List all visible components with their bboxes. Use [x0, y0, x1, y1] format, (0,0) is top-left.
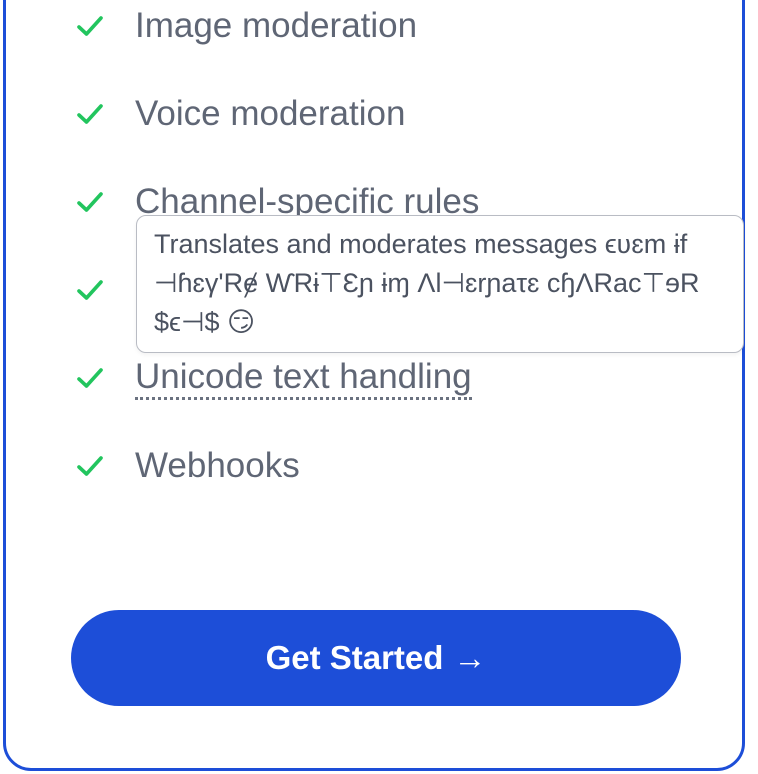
feature-item-unicode-text-handling[interactable]: Unicode text handling	[74, 356, 472, 400]
check-icon	[77, 280, 103, 300]
get-started-button[interactable]: Get Started →	[71, 610, 681, 706]
check-icon	[77, 16, 103, 36]
get-started-label: Get Started	[265, 639, 444, 676]
feature-item-webhooks: Webhooks	[74, 444, 300, 488]
feature-item-image-moderation: Image moderation	[74, 4, 417, 48]
check-icon	[77, 368, 103, 388]
feature-item-hidden	[74, 268, 135, 312]
tooltip: Translates and moderates messages ϵʋɛm ɨ…	[136, 215, 744, 353]
check-icon	[77, 104, 103, 124]
feature-label: Voice moderation	[135, 94, 406, 133]
tooltip-text: Translates and moderates messages ϵʋɛm ɨ…	[154, 229, 700, 337]
feature-label: Webhooks	[135, 446, 300, 485]
feature-item-voice-moderation: Voice moderation	[74, 92, 405, 136]
check-icon	[77, 192, 103, 212]
feature-label-with-tooltip[interactable]: Unicode text handling	[135, 357, 472, 400]
arrow-right-icon: →	[453, 639, 487, 676]
check-icon	[77, 456, 103, 476]
feature-label: Image moderation	[135, 6, 418, 45]
